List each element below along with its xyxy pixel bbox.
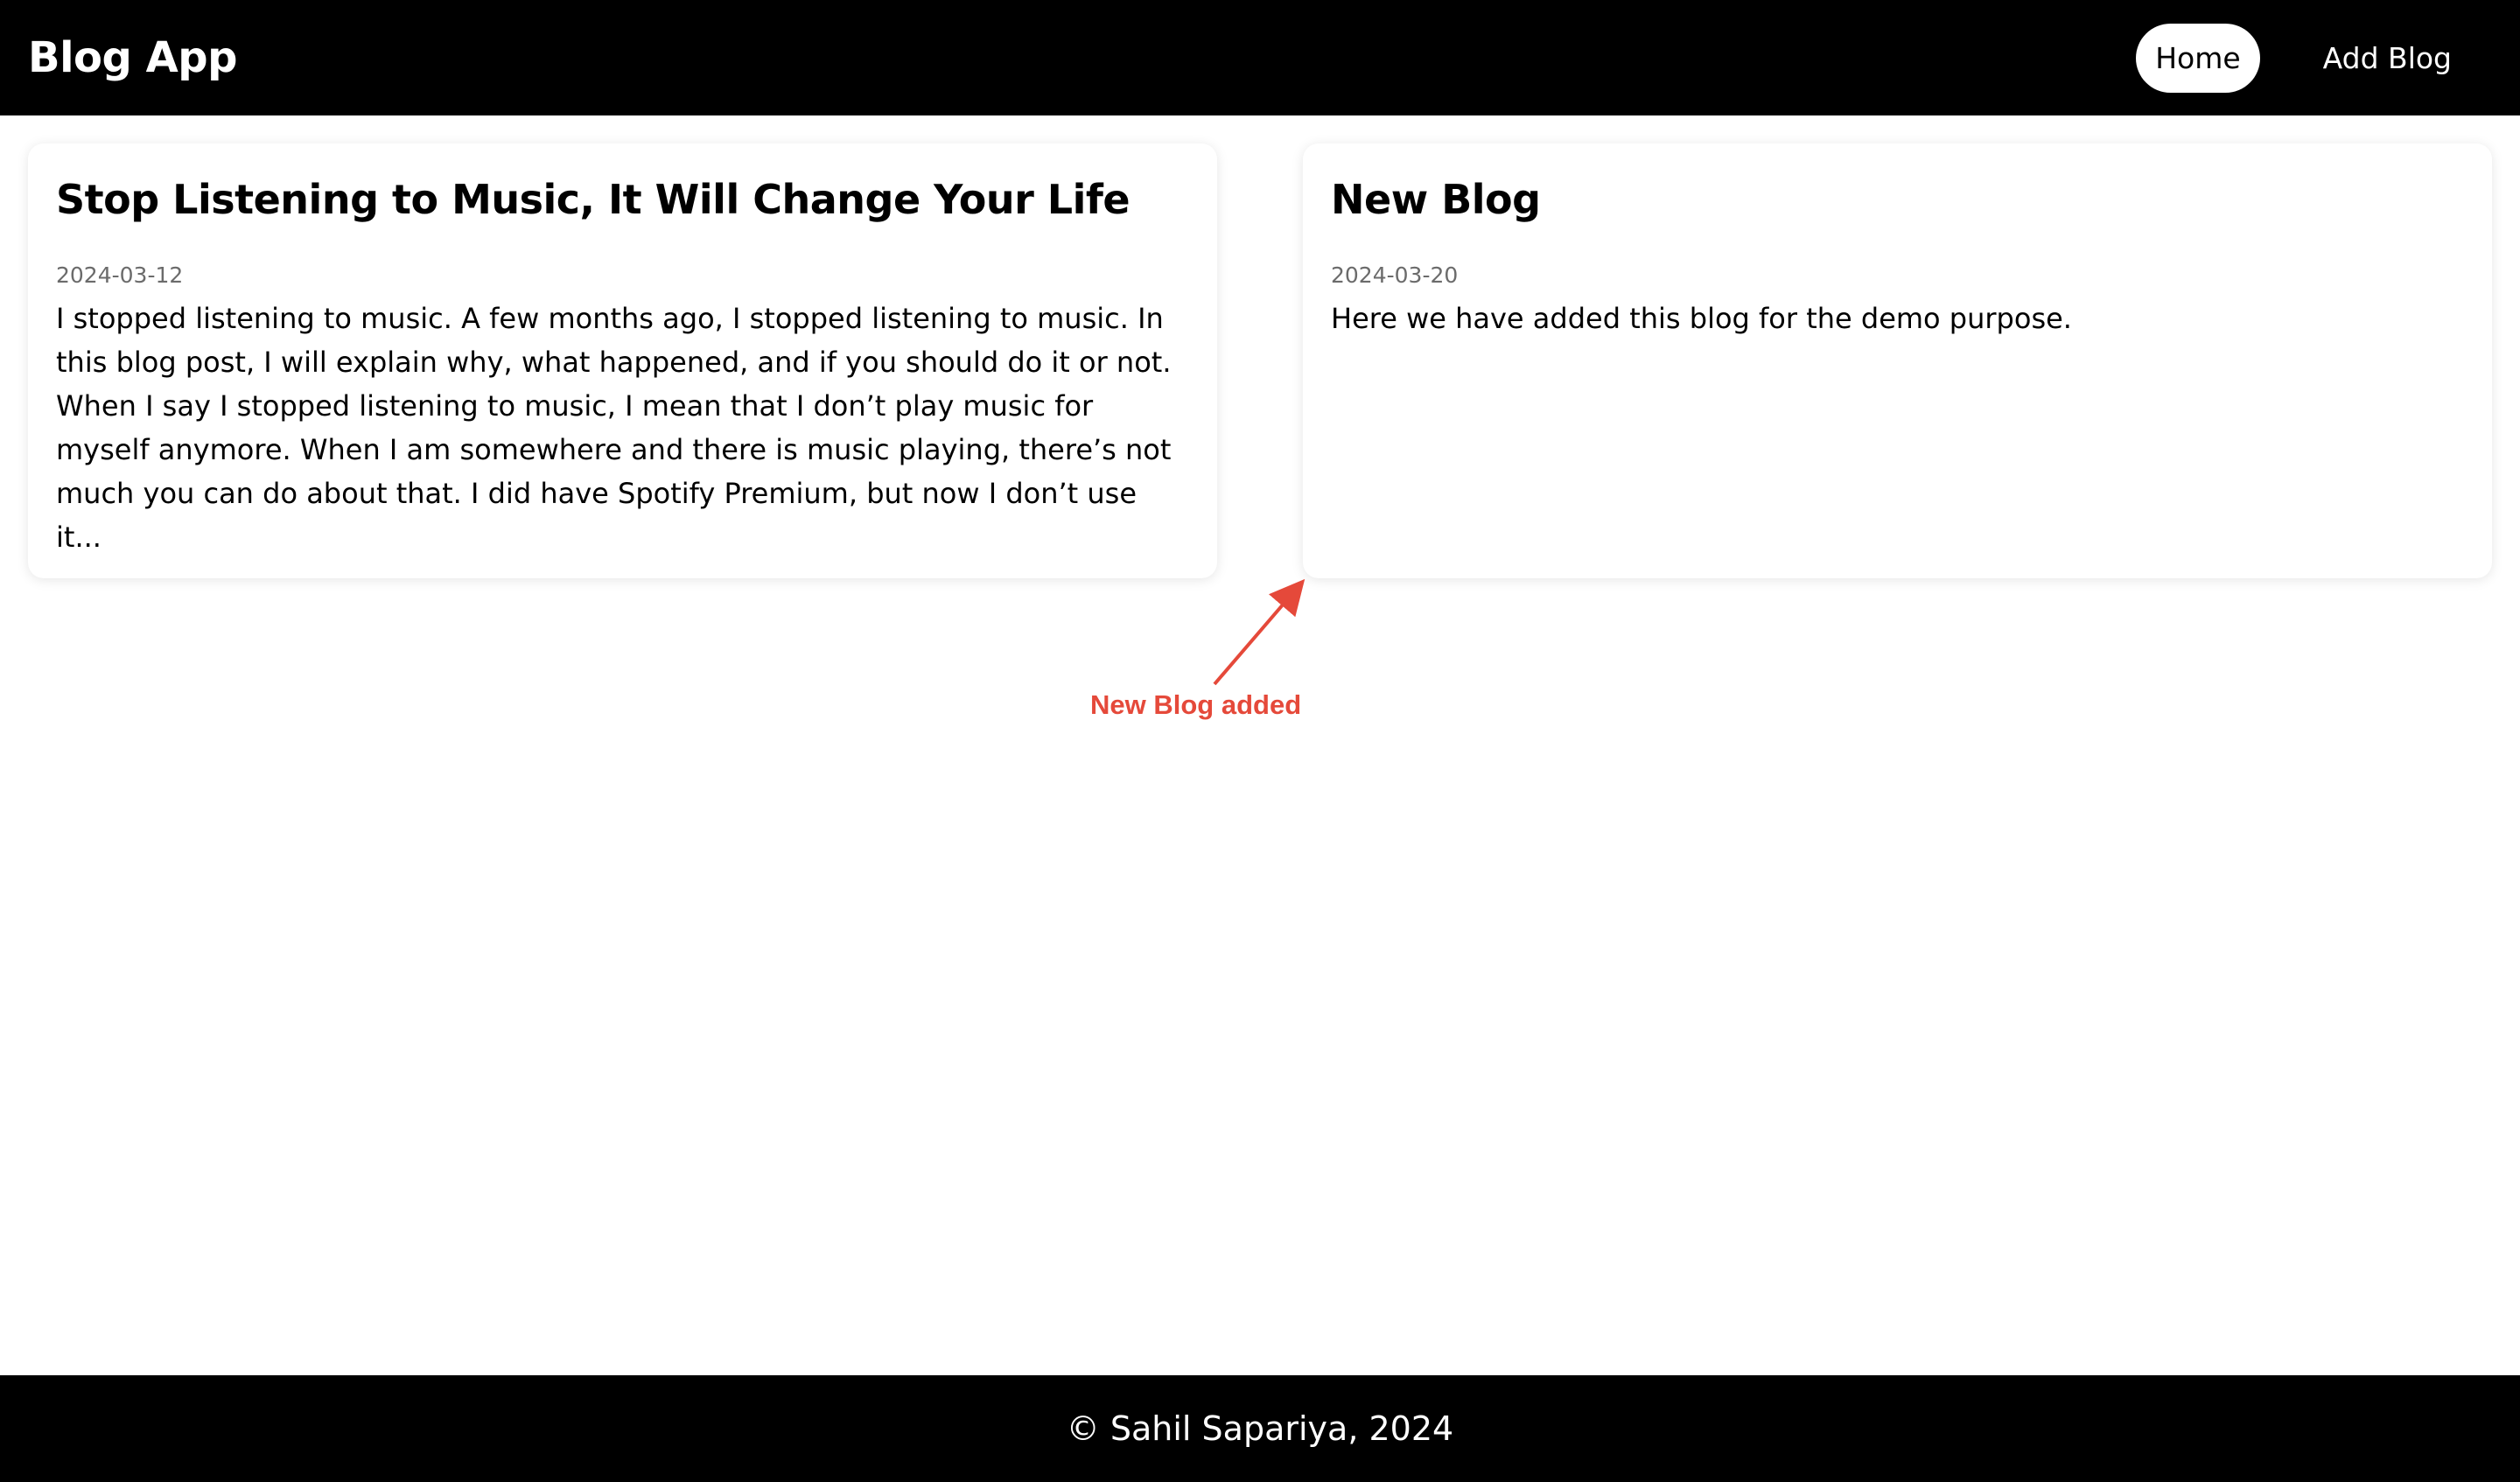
- page-footer: © Sahil Sapariya, 2024: [0, 1375, 2520, 1482]
- blog-list: Stop Listening to Music, It Will Change …: [28, 143, 2492, 578]
- footer-copyright: © Sahil Sapariya, 2024: [1066, 1409, 1454, 1448]
- brand-logo[interactable]: Blog App: [28, 33, 237, 82]
- nav-home-link[interactable]: Home: [2136, 23, 2260, 93]
- annotation-arrow-icon: [1213, 578, 1306, 686]
- top-navbar: Blog App Home Add Blog: [0, 0, 2520, 115]
- blog-card[interactable]: Stop Listening to Music, It Will Change …: [28, 143, 1217, 578]
- blog-date: 2024-03-12: [56, 262, 184, 288]
- annotation-label: New Blog added: [1090, 689, 1302, 720]
- nav-links: Home Add Blog: [2136, 23, 2492, 93]
- blog-title[interactable]: New Blog: [1331, 175, 2464, 226]
- nav-add-blog-link[interactable]: Add Blog: [2304, 24, 2471, 93]
- blog-excerpt: I stopped listening to music. A few mont…: [56, 301, 1172, 554]
- blog-excerpt: Here we have added this blog for the dem…: [1331, 301, 2072, 335]
- blog-title[interactable]: Stop Listening to Music, It Will Change …: [56, 175, 1189, 226]
- blog-card[interactable]: New Blog 2024-03-20 Here we have added t…: [1303, 143, 2492, 578]
- blog-date: 2024-03-20: [1331, 262, 1459, 288]
